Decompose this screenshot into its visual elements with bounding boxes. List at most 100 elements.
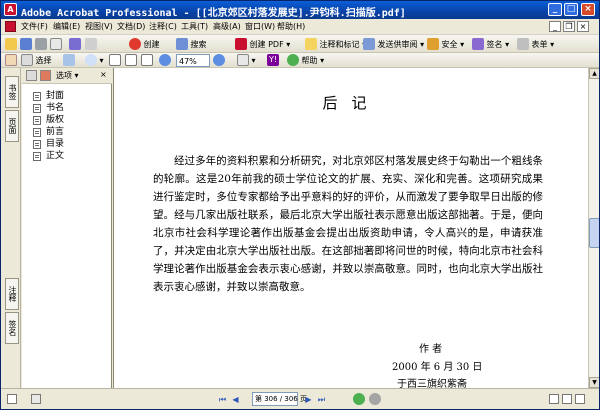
page-icon [33, 104, 41, 113]
create-button[interactable]: 创建 [129, 38, 160, 51]
menu-comments[interactable]: 注释(C) [149, 21, 177, 32]
minimize-button[interactable]: _ [548, 3, 562, 16]
review-icon [363, 38, 375, 50]
bookmark-preface[interactable]: 前言 [28, 126, 64, 138]
camera-icon [63, 54, 75, 66]
tab-bookmarks[interactable]: 书签 [5, 76, 19, 108]
snapshot-button[interactable] [63, 54, 75, 67]
create-pdf-button[interactable]: 创建 PDF ▾ [235, 38, 290, 51]
document-view[interactable]: 后记 经过多年的资料积累和分析研究，对北京郊区村落发展史终于勾勒出一个粗线条的轮… [113, 68, 588, 388]
secondary-toolbar: 选择 ▾ 47% ▾ Y! 帮助 ▾ [1, 53, 599, 68]
search-button[interactable]: 搜索 [176, 38, 207, 51]
menu-help[interactable]: 帮助(H) [277, 21, 305, 32]
actual-size-button[interactable] [109, 54, 121, 67]
bookmark-contents[interactable]: 目录 [28, 138, 64, 150]
menu-window[interactable]: 窗口(W) [245, 21, 275, 32]
print-button[interactable] [35, 38, 47, 51]
help-icon [287, 54, 299, 66]
organizer-button[interactable] [69, 38, 81, 51]
acrobat-app-icon[interactable]: A [4, 3, 17, 16]
open-button[interactable] [5, 38, 17, 51]
doc-minimize-button[interactable]: _ [549, 21, 561, 32]
zoom-out-button[interactable] [159, 54, 171, 67]
bookmark-title[interactable]: 书名 [28, 102, 64, 114]
tab-pages[interactable]: 页面 [5, 110, 19, 142]
select-label: 选择 [35, 56, 52, 65]
help-button[interactable]: 帮助 ▾ [287, 54, 324, 67]
panel-toggle-icon[interactable] [31, 394, 41, 404]
window-title: Adobe Acrobat Professional - [[北京郊区村落发展史… [21, 8, 406, 19]
main-toolbar: 创建 搜索 创建 PDF ▾ 注释和标记 ▾ 发送供审阅 ▾ 安全 ▾ 签名 ▾… [1, 35, 599, 53]
single-page-icon[interactable] [549, 394, 559, 404]
doc-restore-button[interactable]: ❐ [563, 21, 575, 32]
new-bookmark-icon[interactable] [26, 70, 37, 81]
zoom-input[interactable]: 47% [176, 54, 210, 67]
bookmark-label: 前言 [46, 127, 65, 137]
tab-signatures[interactable]: 签名 [5, 312, 19, 344]
menu-advanced[interactable]: 高级(A) [213, 21, 241, 32]
acrobat-window: A Adobe Acrobat Professional - [[北京郊区村落发… [0, 0, 600, 410]
first-page-button[interactable]: ⏮ [217, 394, 228, 405]
scroll-down-arrow[interactable]: ▼ [589, 377, 599, 388]
create-pdf-icon [235, 38, 247, 50]
next-view-button[interactable] [369, 393, 381, 405]
zoom-tool-button[interactable]: ▾ [85, 54, 104, 67]
options-menu[interactable]: 选项 ▾ [56, 70, 79, 81]
yahoo-button[interactable]: Y! [267, 54, 279, 67]
bookmark-body[interactable]: 正文 [28, 150, 64, 162]
previous-view-button[interactable] [353, 393, 365, 405]
forms-button[interactable]: 表单 ▾ [517, 38, 554, 51]
fit-width-button[interactable] [141, 54, 153, 67]
delete-bookmark-icon[interactable] [40, 70, 51, 81]
comment-markup-button[interactable]: 注释和标记 ▾ [305, 38, 366, 51]
menu-view[interactable]: 视图(V) [85, 21, 113, 32]
next-page-button[interactable]: ▶ [303, 394, 314, 405]
select-tool-button[interactable]: 选择 [21, 54, 52, 67]
print-icon [35, 38, 47, 50]
options-label: 选项 [56, 71, 72, 80]
bookmark-copyright[interactable]: 版权 [28, 114, 64, 126]
bookmark-cover[interactable]: 封面 [28, 90, 64, 102]
fit-page-button[interactable] [125, 54, 137, 67]
menu-file[interactable]: 文件(F) [21, 21, 48, 32]
attach-button[interactable] [85, 38, 97, 51]
yahoo-icon: Y! [267, 54, 279, 66]
document-menu-icon[interactable] [5, 21, 16, 32]
forms-icon [517, 38, 529, 50]
zoom-out-icon [159, 54, 171, 66]
zoom-icon [85, 54, 97, 66]
bookmark-label: 封面 [46, 91, 65, 101]
page-icon [109, 54, 121, 66]
title-bar[interactable]: A Adobe Acrobat Professional - [[北京郊区村落发… [1, 1, 599, 19]
previous-page-button[interactable]: ◀ [230, 394, 241, 405]
maximize-button[interactable]: □ [564, 3, 578, 16]
security-button[interactable]: 安全 ▾ [427, 38, 464, 51]
sign-button[interactable]: 签名 ▾ [472, 38, 509, 51]
scroll-up-arrow[interactable]: ▲ [589, 68, 599, 79]
author-label: 作 者 [419, 344, 443, 355]
bookmark-label: 目录 [46, 139, 65, 149]
close-panel-icon[interactable]: × [100, 70, 107, 79]
send-review-button[interactable]: 发送供审阅 ▾ [363, 38, 424, 51]
rotate-button[interactable]: ▾ [237, 54, 256, 67]
signature-icon [472, 38, 484, 50]
close-button[interactable]: × [581, 3, 595, 16]
last-page-button[interactable]: ⏭ [316, 394, 327, 405]
tab-comments[interactable]: 注释 [5, 278, 19, 310]
hand-tool-button[interactable] [5, 54, 17, 67]
email-button[interactable] [50, 38, 62, 51]
bookmarks-panel: 选项 ▾ × 封面 书名 版权 前言 目录 正文 [22, 68, 112, 398]
scroll-thumb[interactable] [589, 218, 599, 248]
facing-icon[interactable] [575, 394, 585, 404]
menu-edit[interactable]: 编辑(E) [53, 21, 80, 32]
bookmark-label: 版权 [46, 115, 65, 125]
comment-markup-label: 注释和标记 [319, 40, 360, 49]
zoom-in-button[interactable] [213, 54, 225, 67]
menu-tools[interactable]: 工具(T) [181, 21, 208, 32]
menu-document[interactable]: 文档(D) [117, 21, 145, 32]
page-number-field[interactable]: 第 306 / 306 页 [252, 392, 307, 406]
doc-close-button[interactable]: × [577, 21, 589, 32]
vertical-scrollbar[interactable]: ▲ ▼ [588, 68, 599, 388]
save-button[interactable] [20, 38, 32, 51]
continuous-icon[interactable] [562, 394, 572, 404]
